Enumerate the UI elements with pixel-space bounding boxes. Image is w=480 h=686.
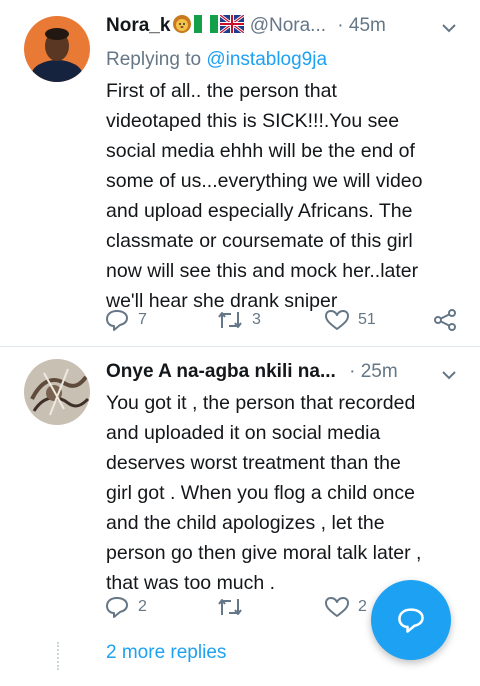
retweet-count: 3 bbox=[252, 311, 261, 328]
reply-icon bbox=[106, 310, 128, 331]
retweet-button[interactable]: 3 bbox=[216, 306, 261, 334]
text-line: person go then give moral talk later , bbox=[106, 542, 422, 564]
replying-to: Replying to @instablog9ja bbox=[106, 49, 327, 71]
text-line: and upload especially Africans. The bbox=[106, 200, 413, 222]
like-count: 51 bbox=[358, 311, 376, 328]
nigeria-flag-icon bbox=[194, 15, 219, 39]
tweet-1-actions: 7 3 51 bbox=[104, 306, 464, 334]
avatar-onye[interactable] bbox=[24, 359, 90, 425]
timestamp[interactable]: · 25m bbox=[349, 361, 398, 382]
text-line: First of all.. the person that bbox=[106, 80, 337, 102]
heart-icon bbox=[325, 310, 349, 330]
tweet-1[interactable]: Nora_k @Nora... · 45m Replying to @insta… bbox=[0, 0, 480, 346]
heart-icon bbox=[325, 597, 349, 617]
reply-count: 2 bbox=[138, 598, 147, 615]
text-line: and the child apologizes , let the bbox=[106, 512, 385, 534]
share-button[interactable] bbox=[432, 306, 458, 334]
compose-reply-button[interactable] bbox=[371, 580, 451, 660]
tweet-1-header: Nora_k @Nora... · 45m bbox=[106, 13, 386, 40]
chevron-down-icon[interactable] bbox=[440, 19, 458, 37]
thread-connector bbox=[57, 642, 61, 670]
replying-to-prefix: Replying to bbox=[106, 49, 207, 70]
lion-emoji-icon bbox=[171, 14, 193, 40]
share-icon bbox=[434, 309, 456, 331]
uk-flag-icon bbox=[219, 13, 246, 39]
like-count: 2 bbox=[358, 598, 367, 615]
reply-count: 7 bbox=[138, 311, 147, 328]
avatar-nora[interactable] bbox=[24, 16, 90, 82]
text-line: social media ehhh will be the end of bbox=[106, 140, 415, 162]
text-line: girl got . When you flog a child once bbox=[106, 482, 415, 504]
chevron-down-icon[interactable] bbox=[440, 366, 458, 384]
timestamp[interactable]: · 45m bbox=[337, 15, 386, 36]
retweet-button[interactable] bbox=[216, 593, 244, 621]
text-line: and uploaded it on social media bbox=[106, 422, 381, 444]
tweet-2-header: Onye A na-agba nkili na... · 25m bbox=[106, 361, 398, 387]
retweet-icon bbox=[218, 312, 242, 328]
reply-button[interactable]: 2 bbox=[104, 593, 147, 621]
tweet-2-text: You got it , the person that recorded an… bbox=[106, 388, 458, 598]
text-line: videotaped this is SICK!!!.You see bbox=[106, 110, 400, 132]
reply-icon bbox=[106, 597, 128, 618]
text-line: now will see this and mock her..later bbox=[106, 260, 419, 282]
handle[interactable]: @Nora... bbox=[250, 15, 326, 36]
retweet-icon bbox=[218, 599, 242, 615]
like-button[interactable]: 51 bbox=[324, 306, 376, 334]
display-name[interactable]: Onye A na-agba nkili na... bbox=[106, 361, 336, 382]
display-name[interactable]: Nora_k bbox=[106, 15, 170, 36]
text-line: You got it , the person that recorded bbox=[106, 392, 416, 414]
tweet-1-text: First of all.. the person that videotape… bbox=[106, 76, 458, 316]
more-replies-link[interactable]: 2 more replies bbox=[106, 642, 226, 664]
reply-button[interactable]: 7 bbox=[104, 306, 147, 334]
replying-to-mention[interactable]: @instablog9ja bbox=[206, 49, 327, 70]
text-line: deserves worst treatment than the bbox=[106, 452, 401, 474]
text-line: some of us...everything we will video bbox=[106, 170, 423, 192]
like-button[interactable]: 2 bbox=[324, 593, 367, 621]
text-line: classmate or coursemate of this girl bbox=[106, 230, 413, 252]
reply-icon bbox=[398, 608, 424, 633]
